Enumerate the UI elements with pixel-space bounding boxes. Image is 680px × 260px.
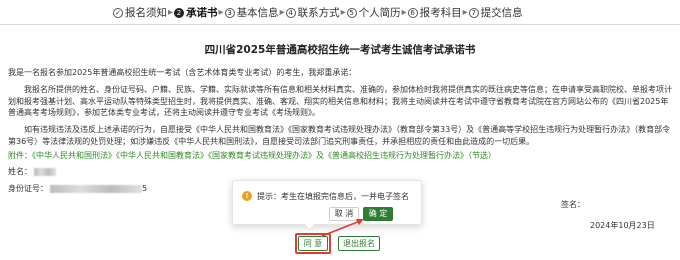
- step-bar: ✓ 报名须知 ▸ 2 承诺书 ▸ 3 基本信息 ▸ 4 联系方式 ▸ 5 个人简…: [113, 5, 523, 20]
- id-tail: 5: [142, 184, 148, 193]
- step-1: ✓ 报名须知: [113, 5, 167, 20]
- arrow-right-icon: ▸: [462, 7, 468, 18]
- name-label: 姓名：: [8, 167, 32, 176]
- arrow-right-icon: ▸: [340, 7, 346, 18]
- warning-icon: !: [242, 191, 252, 201]
- step-label: 承诺书: [186, 7, 218, 19]
- redacted-name: [34, 167, 56, 176]
- step-number-icon: 2: [174, 7, 185, 18]
- step-4: 4 联系方式: [285, 5, 340, 20]
- document-title: 四川省2025年普通高校招生统一考试考生诚信考试承诺书: [204, 44, 476, 56]
- confirm-popover: ! 提示：考生在填报完信息后，一并电子签名 取 消 确 定: [232, 180, 422, 225]
- id-label: 身份证号：: [8, 184, 48, 193]
- step-7: 7 提交信息: [468, 5, 523, 20]
- divider: [0, 24, 680, 25]
- step-number-icon: 3: [224, 7, 235, 18]
- confirm-button[interactable]: 确 定: [363, 207, 393, 221]
- cancel-button[interactable]: 取 消: [329, 207, 359, 221]
- step-number-icon: 7: [468, 7, 479, 18]
- popover-message: 提示：考生在填报完信息后，一并电子签名: [257, 192, 409, 201]
- step-label: 提交信息: [480, 7, 523, 19]
- arrow-right-icon: ▸: [168, 7, 174, 18]
- paragraph-promise: 我报名所提供的姓名、身份证号码、户籍、民族、学籍、实际就读等所有信息和相关材料真…: [8, 85, 672, 117]
- id-field: 身份证号： 5: [8, 183, 147, 194]
- step-number-icon: 5: [346, 7, 357, 18]
- exit-registration-button[interactable]: 退出报名: [338, 236, 380, 251]
- arrow-right-icon: ▸: [218, 7, 224, 18]
- signature-label: 签名：: [561, 200, 585, 209]
- attachment-link[interactable]: 附件：《中华人民共和国刑法》《中华人民共和国教育法》《国家教育考试违规处理办法》…: [8, 150, 672, 162]
- arrow-right-icon: ▸: [279, 7, 285, 18]
- paragraph-penalty: 如有违规违法及违反上述承诺的行为，自愿接受《中华人民共和国教育法》《国家教育考试…: [8, 125, 671, 146]
- arrow-right-icon: ▸: [401, 7, 407, 18]
- redacted-id: [50, 184, 142, 193]
- step-3: 3 基本信息: [224, 5, 279, 20]
- annotation-highlight-box: [295, 233, 331, 254]
- step-6: 6 报考科目: [407, 5, 462, 20]
- step-label: 个人简历: [358, 7, 401, 19]
- step-label: 报名须知: [125, 7, 167, 19]
- sign-date: 2024年10月23日: [590, 221, 655, 230]
- step-label: 报考科目: [419, 7, 462, 19]
- paragraph-intro: 我是一名报名参加2025年普通高校招生统一考试（含艺术体育类专业考试）的考生，我…: [8, 68, 357, 77]
- step-label: 联系方式: [297, 7, 340, 19]
- step-label: 基本信息: [236, 7, 279, 19]
- step-number-icon: 4: [285, 7, 296, 18]
- check-icon: ✓: [113, 7, 123, 18]
- step-5: 5 个人简历: [346, 5, 401, 20]
- step-2: 2 承诺书: [174, 5, 218, 20]
- step-number-icon: 6: [407, 7, 418, 18]
- name-field: 姓名：: [8, 166, 56, 177]
